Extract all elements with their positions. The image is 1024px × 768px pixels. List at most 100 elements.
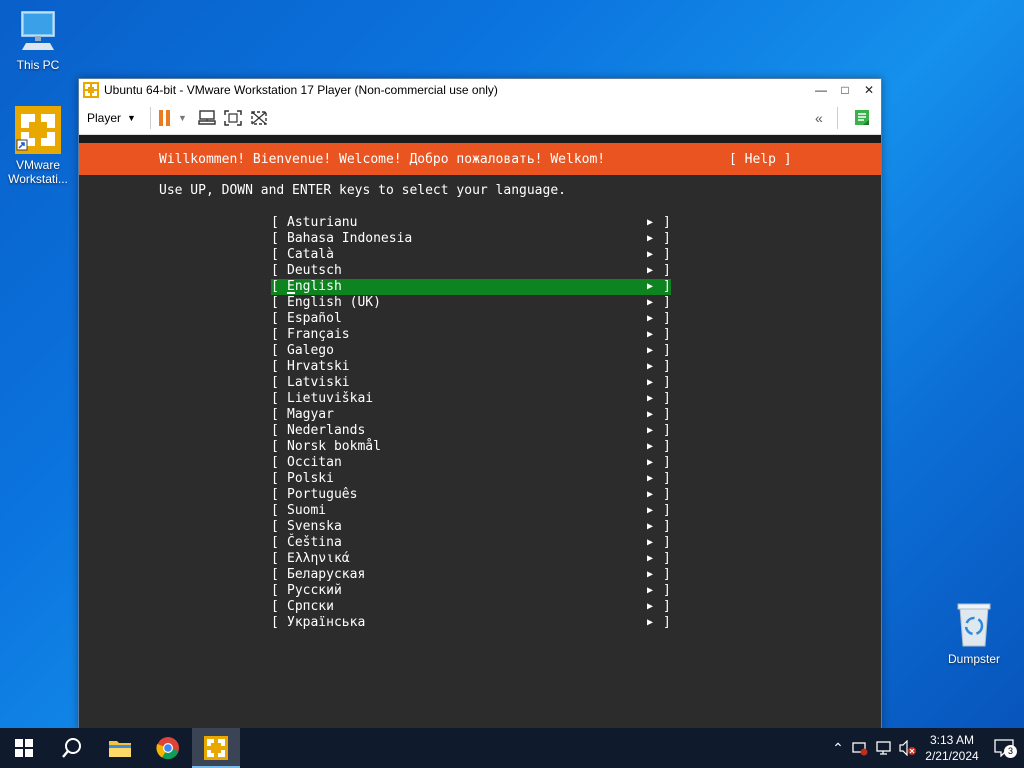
bracket-right: ] [663, 279, 671, 294]
notification-center-button[interactable]: 3 [984, 739, 1024, 758]
chrome-button[interactable] [144, 728, 192, 768]
language-name: Català [287, 247, 334, 262]
arrow-right-icon: ▶ [647, 601, 654, 612]
bracket-right: ] [663, 375, 671, 390]
collapse-toolbar-button[interactable]: « [815, 106, 823, 130]
arrow-right-icon: ▶ [647, 313, 654, 324]
language-option[interactable]: [Русский ▶] [271, 583, 671, 599]
language-option[interactable]: [Lietuviškai ▶] [271, 391, 671, 407]
arrow-right-icon: ▶ [647, 521, 654, 532]
language-option[interactable]: [Bahasa Indonesia ▶] [271, 231, 671, 247]
language-option[interactable]: [Norsk bokmål ▶] [271, 439, 671, 455]
installer-body: Use UP, DOWN and ENTER keys to select yo… [79, 175, 881, 729]
arrow-right-icon: ▶ [647, 329, 654, 340]
bracket-right: ] [663, 567, 671, 582]
message-log-button[interactable] [853, 106, 871, 130]
fullscreen-button[interactable] [223, 106, 243, 130]
notification-badge: 3 [1004, 745, 1017, 758]
show-hidden-icons-button[interactable]: ⌃ [828, 740, 848, 757]
desktop-icon-vmware[interactable]: VMware Workstati... [6, 104, 70, 186]
caret-down-icon: ▼ [177, 112, 187, 123]
language-option[interactable]: [Occitan ▶] [271, 455, 671, 471]
language-option[interactable]: [Беларуская ▶] [271, 567, 671, 583]
arrow-right-icon: ▶ [647, 505, 654, 516]
language-option[interactable]: [Català ▶] [271, 247, 671, 263]
unity-button[interactable] [249, 106, 269, 130]
instructions-text: Use UP, DOWN and ENTER keys to select yo… [159, 183, 566, 198]
pause-icon [158, 109, 163, 126]
arrow-right-icon: ▶ [647, 585, 654, 596]
device-status-icon [852, 742, 868, 756]
language-name: Ελληνικά [287, 551, 350, 566]
search-button[interactable] [48, 728, 96, 768]
language-option[interactable]: [Svenska ▶] [271, 519, 671, 535]
clock-button[interactable]: 3:13 AM 2/21/2024 [920, 732, 984, 764]
vm-console[interactable]: Willkommen! Bienvenue! Welcome! Добро по… [79, 135, 881, 729]
language-option[interactable]: [Nederlands ▶] [271, 423, 671, 439]
vmware-tray-button[interactable] [848, 740, 872, 756]
windows-logo-icon [15, 739, 33, 757]
arrow-right-icon: ▶ [647, 249, 654, 260]
volume-button[interactable] [896, 740, 920, 756]
language-option[interactable]: [Čeština ▶] [271, 535, 671, 551]
bracket-left: [ [271, 599, 279, 614]
text-cursor [287, 292, 295, 294]
help-button[interactable]: [ Help ] [729, 152, 792, 167]
send-ctrl-alt-del-button[interactable] [197, 106, 217, 130]
bracket-right: ] [663, 247, 671, 262]
language-option[interactable]: [Deutsch ▶] [271, 263, 671, 279]
language-option[interactable]: [Asturianu ▶] [271, 215, 671, 231]
language-option[interactable]: [Español ▶] [271, 311, 671, 327]
clock-date: 2/21/2024 [925, 749, 979, 763]
language-option[interactable]: [Galego ▶] [271, 343, 671, 359]
language-name: Svenska [287, 519, 342, 534]
language-option[interactable]: [English (UK) ▶] [271, 295, 671, 311]
desktop-icon-dumpster[interactable]: Dumpster [942, 600, 1006, 666]
bracket-left: [ [271, 583, 279, 598]
bracket-left: [ [271, 359, 279, 374]
language-option[interactable]: [Ελληνικά ▶] [271, 551, 671, 567]
vmware-taskbar-button[interactable] [192, 728, 240, 768]
language-option[interactable]: [Српски ▶] [271, 599, 671, 615]
arrow-right-icon: ▶ [647, 265, 654, 276]
bracket-right: ] [663, 519, 671, 534]
folder-icon [109, 741, 131, 757]
welcome-text: Willkommen! Bienvenue! Welcome! Добро по… [159, 151, 606, 167]
bracket-left: [ [271, 551, 279, 566]
bracket-left: [ [271, 375, 279, 390]
maximize-button[interactable]: □ [833, 79, 857, 101]
network-button[interactable] [872, 740, 896, 756]
minimize-button[interactable]: — [809, 79, 833, 101]
language-option[interactable]: [Hrvatski ▶] [271, 359, 671, 375]
desktop-icon-label: This PC [16, 58, 60, 72]
bracket-left: [ [271, 615, 279, 630]
language-option[interactable]: [Français ▶] [271, 327, 671, 343]
language-option[interactable]: [Suomi ▶] [271, 503, 671, 519]
language-option[interactable]: [Polski ▶] [271, 471, 671, 487]
language-option[interactable]: [Magyar ▶] [271, 407, 671, 423]
language-option[interactable]: [English ▶] [271, 279, 671, 295]
language-option[interactable]: [Latviski ▶] [271, 375, 671, 391]
file-explorer-button[interactable] [96, 728, 144, 768]
language-name: Српски [287, 599, 334, 614]
recycle-bin-icon [954, 600, 994, 650]
close-button[interactable]: ✕ [857, 79, 881, 101]
vmware-player-window[interactable]: Ubuntu 64-bit - VMware Workstation 17 Pl… [78, 78, 882, 730]
language-option[interactable]: [Українська ▶] [271, 615, 671, 631]
bracket-left: [ [271, 231, 279, 246]
language-option[interactable]: [Português ▶] [271, 487, 671, 503]
language-name: Lietuviškai [287, 391, 374, 406]
player-menu-button[interactable]: Player ▼ [87, 106, 136, 130]
arrow-right-icon: ▶ [647, 537, 654, 548]
pause-button[interactable]: ▼ [158, 106, 187, 130]
bracket-right: ] [663, 615, 671, 630]
desktop-icon-label: VMware Workstati... [8, 158, 68, 186]
bracket-left: [ [271, 263, 279, 278]
desktop-icon-this-pc[interactable]: This PC [6, 8, 70, 72]
language-name: Asturianu [287, 215, 358, 230]
language-name: Magyar [287, 407, 334, 422]
window-titlebar[interactable]: Ubuntu 64-bit - VMware Workstation 17 Pl… [79, 79, 881, 101]
start-button[interactable] [0, 728, 48, 768]
language-name: Русский [287, 583, 342, 598]
notes-icon [855, 109, 869, 125]
